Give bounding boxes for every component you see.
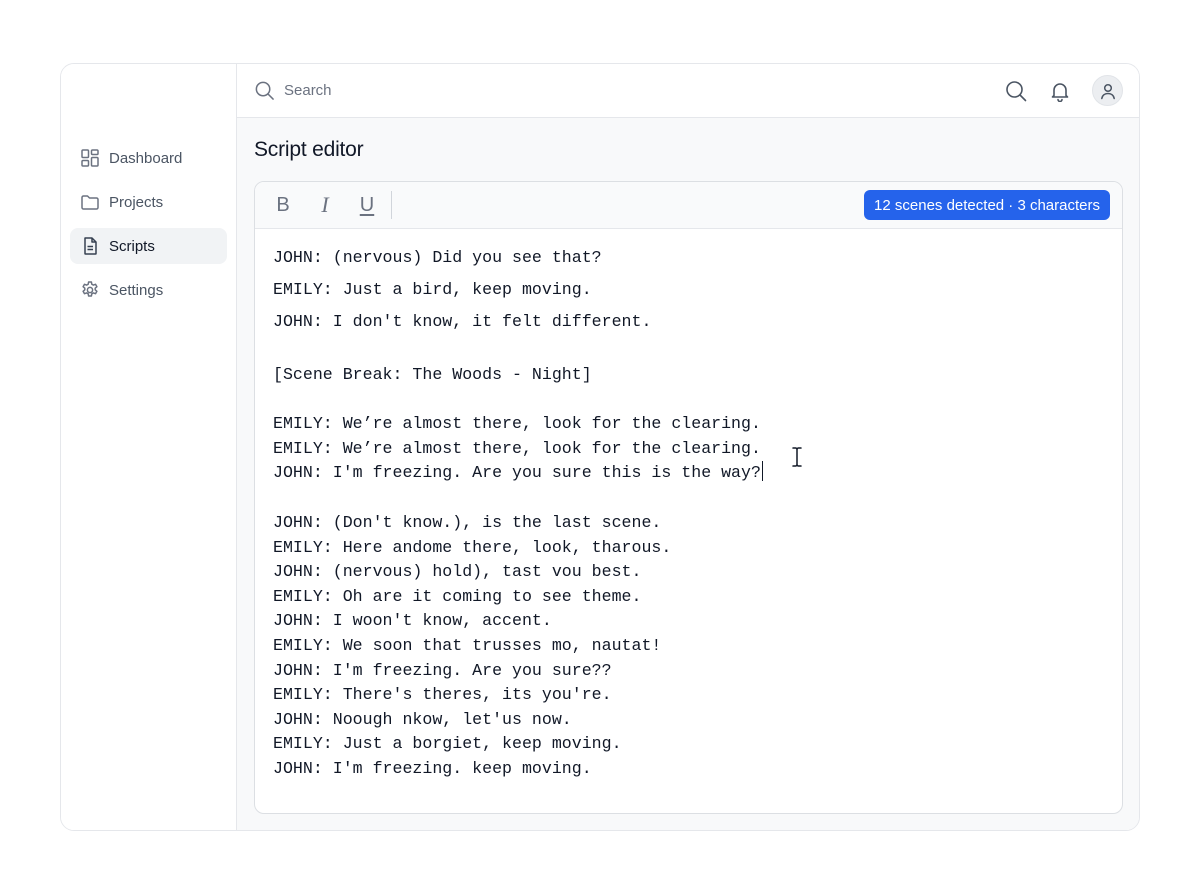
text-caret xyxy=(761,461,764,482)
search-bar xyxy=(254,73,1004,109)
script-line: EMILY: Just a borgiet, keep moving. xyxy=(273,734,622,754)
editor-toolbar: B I U 12 scenes detected · 3 characters xyxy=(255,182,1122,229)
script-line: JOHN: Noough nkow, let'us now. xyxy=(273,709,572,729)
script-line: JOHN: I don't know, it felt different. xyxy=(273,312,652,331)
app-window: Dashboard Projects Scripts Settings Sear… xyxy=(60,63,1140,831)
notifications-button[interactable] xyxy=(1048,79,1072,103)
script-line: EMILY: We’re almost there, look for the … xyxy=(273,414,761,434)
main-content: Script editor B I U 12 scenes detected ·… xyxy=(237,64,1139,830)
script-line: EMILY: Here andome there, look, tharous. xyxy=(273,537,672,557)
sidebar-item-projects[interactable]: Projects xyxy=(70,184,227,220)
folder-icon xyxy=(80,192,100,212)
top-bar xyxy=(237,64,1139,118)
sidebar-item-settings[interactable]: Settings xyxy=(70,272,227,308)
italic-button[interactable]: I xyxy=(311,191,339,219)
script-line: EMILY: There's theres, its you're. xyxy=(273,685,612,705)
status-badge: 12 scenes detected · 3 characters xyxy=(864,190,1110,220)
sidebar-item-label: Projects xyxy=(109,193,164,211)
script-editor: B I U 12 scenes detected · 3 characters … xyxy=(254,181,1123,814)
top-actions xyxy=(1004,75,1123,106)
script-line: JOHN: (nervous) hold), tast vou best. xyxy=(273,562,642,582)
bold-button[interactable]: B xyxy=(269,191,297,219)
script-line: JOHN: I'm freezing. keep moving. xyxy=(273,758,592,778)
script-text-area[interactable]: JOHN: (nervous) Did you see that? EMILY:… xyxy=(255,229,1122,782)
user-icon xyxy=(1100,83,1115,99)
search-icon xyxy=(255,81,274,100)
dashboard-icon xyxy=(80,148,100,168)
sidebar-item-dashboard[interactable]: Dashboard xyxy=(70,140,227,176)
script-line: EMILY: Oh are it coming to see theme. xyxy=(273,586,642,606)
script-line: JOHN: (nervous) Did you see that? xyxy=(273,248,602,267)
script-line-text: JOHN: I'm freezing. Are you sure this is… xyxy=(273,463,761,483)
sidebar-item-label: Dashboard xyxy=(109,149,183,167)
search-input[interactable] xyxy=(284,82,684,99)
page-title: Script editor xyxy=(254,138,364,161)
avatar[interactable] xyxy=(1092,75,1123,106)
script-line: EMILY: Just a bird, keep moving. xyxy=(273,280,592,299)
sidebar-item-label: Scripts xyxy=(109,237,155,255)
script-line: EMILY: We soon that trusses mo, nautat! xyxy=(273,635,662,655)
sidebar-item-scripts[interactable]: Scripts xyxy=(70,228,227,264)
bell-icon xyxy=(1051,82,1069,102)
scene-break-line: [Scene Break: The Woods - Night] xyxy=(273,364,592,384)
script-line: JOHN: I woon't know, accent. xyxy=(273,611,552,631)
script-line-current: JOHN: I'm freezing. Are you sure this is… xyxy=(273,461,1122,486)
search-button[interactable] xyxy=(1004,79,1028,103)
script-line: EMILY: We’re almost there, look for the … xyxy=(273,438,761,458)
sidebar: Dashboard Projects Scripts Settings xyxy=(61,64,237,830)
ibeam-cursor-icon xyxy=(792,447,802,467)
script-line: JOHN: (Don't know.), is the last scene. xyxy=(273,512,662,532)
sidebar-item-label: Settings xyxy=(109,281,164,299)
underline-button[interactable]: U xyxy=(353,191,381,219)
gear-icon xyxy=(80,280,100,300)
script-line: JOHN: I'm freezing. Are you sure?? xyxy=(273,660,612,680)
toolbar-divider xyxy=(391,191,392,219)
document-icon xyxy=(80,236,100,256)
search-icon xyxy=(1006,80,1027,101)
